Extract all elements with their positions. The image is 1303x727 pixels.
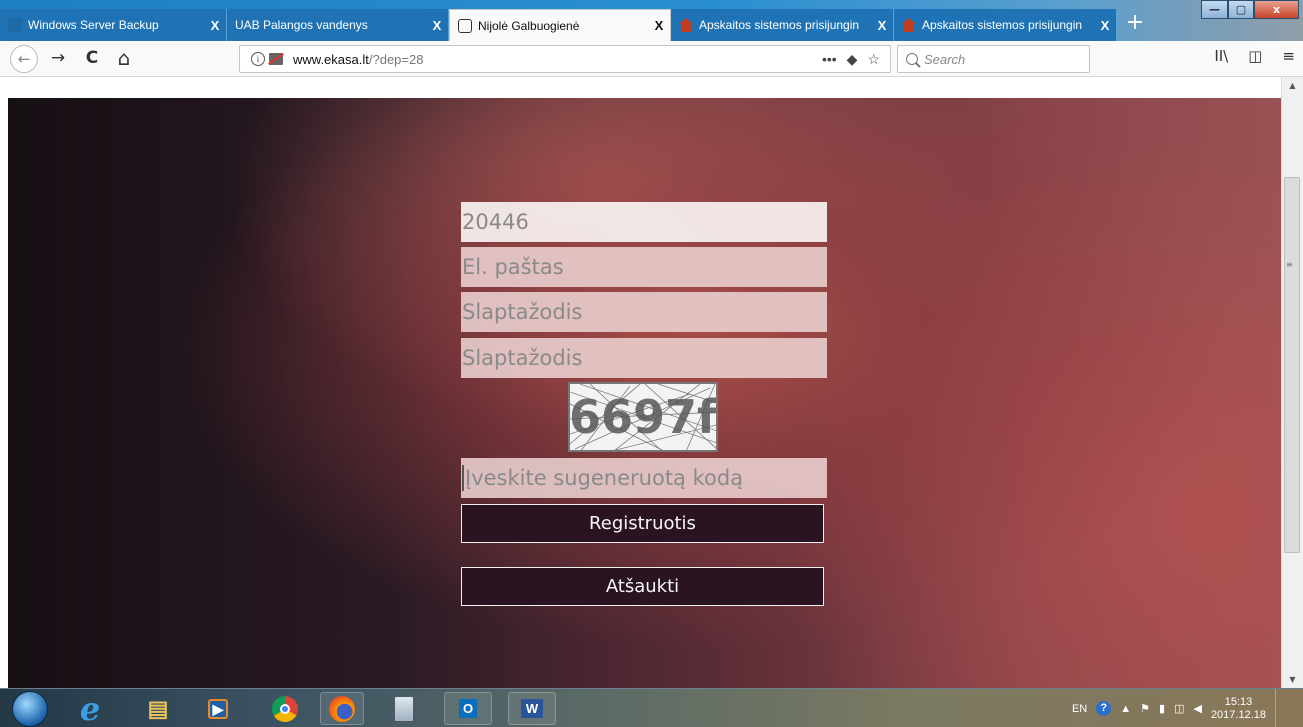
pocket-icon[interactable]: ◆ [847, 51, 858, 68]
system-tray: EN ? ▲ ⚑ ▮ ◫ ◀ 15:13 2017.12.18 [1072, 689, 1303, 727]
scroll-thumb[interactable] [1284, 177, 1300, 553]
word-icon[interactable]: W [520, 699, 544, 718]
tab-apskaitos-1[interactable]: Apskaitos sistemos prisijungin X [671, 9, 894, 41]
house-favicon-icon [902, 18, 916, 32]
maximize-button[interactable]: ▢ [1228, 0, 1254, 19]
clock-date: 2017.12.18 [1210, 708, 1266, 721]
url-text[interactable]: www.ekasa.lt/?dep=28 [293, 52, 822, 67]
page-actions-icon[interactable]: ••• [822, 51, 837, 68]
show-desktop-button[interactable] [1275, 689, 1289, 727]
internet-explorer-icon[interactable]: e [68, 690, 112, 727]
volume-icon[interactable]: ◀ [1193, 702, 1201, 715]
password-confirm-placeholder: Slaptažodis [462, 346, 583, 370]
new-tab-button[interactable]: + [1120, 9, 1150, 39]
windows-taskbar: e ▤ ▶ O W EN ? ▲ ⚑ ▮ ◫ ◀ 15:13 2017.12.1… [0, 688, 1303, 727]
url-bar[interactable]: i www.ekasa.lt/?dep=28 ••• ◆ ☆ [239, 45, 891, 73]
windows-server-backup-favicon-icon [8, 18, 22, 32]
outlook-icon[interactable]: O [458, 699, 478, 718]
insecure-lock-icon[interactable] [269, 53, 283, 65]
search-icon [906, 53, 918, 65]
library-icon[interactable]: II\ [1214, 47, 1228, 65]
media-player-icon[interactable]: ▶ [208, 698, 228, 719]
tab-strip: Windows Server Backup X UAB Palangos van… [0, 0, 1303, 41]
department-code-field[interactable]: 20446 [461, 202, 827, 242]
tab-label: Nijolė Galbuogienė [478, 18, 580, 33]
captcha-input-placeholder: Įveskite sugeneruotą kodą [465, 466, 744, 490]
site-info-icon[interactable]: i [251, 52, 265, 66]
tab-label: Windows Server Backup [28, 18, 159, 32]
close-window-button[interactable]: x [1254, 0, 1299, 19]
chrome-icon-center [280, 703, 290, 714]
department-code-value: 20446 [462, 210, 529, 234]
url-host: www.ekasa.lt [293, 51, 369, 67]
tab-label: Apskaitos sistemos prisijungin [922, 18, 1083, 32]
start-button[interactable] [12, 691, 48, 727]
captcha-image: 6697f [568, 382, 718, 452]
email-field[interactable]: El. paštas [461, 247, 827, 287]
chrome-icon[interactable] [272, 695, 298, 722]
page-left-gutter [0, 98, 8, 688]
close-tab-icon[interactable]: X [871, 18, 893, 33]
scroll-down-arrow-icon[interactable]: ▼ [1282, 671, 1303, 688]
url-path: /?dep=28 [368, 51, 424, 67]
calculator-icon[interactable] [394, 695, 414, 722]
reload-button[interactable]: C [78, 45, 106, 73]
navigation-toolbar: ← → C ⌂ i www.ekasa.lt/?dep=28 ••• ◆ ☆ S… [0, 41, 1303, 77]
network-icon[interactable]: ◫ [1174, 702, 1184, 715]
forward-button[interactable]: → [44, 45, 72, 73]
tab-label: UAB Palangos vandenys [235, 18, 368, 32]
help-icon[interactable]: ? [1096, 701, 1112, 716]
minimize-button[interactable]: — [1201, 0, 1228, 19]
home-button[interactable]: ⌂ [110, 45, 138, 73]
clock-time: 15:13 [1224, 695, 1253, 708]
email-placeholder: El. paštas [462, 255, 564, 279]
captcha-input[interactable]: Įveskite sugeneruotą kodą [461, 458, 827, 498]
tab-label: Apskaitos sistemos prisijungin [699, 18, 860, 32]
password-confirm-field[interactable]: Slaptažodis [461, 338, 827, 378]
language-indicator[interactable]: EN [1072, 703, 1087, 715]
url-actions: ••• ◆ ☆ [822, 51, 880, 68]
page-top-strip [0, 77, 1281, 98]
register-button[interactable]: Registruotis [461, 504, 824, 543]
search-bar[interactable]: Search [897, 45, 1090, 73]
tray-expand-icon[interactable]: ▲ [1120, 703, 1131, 715]
close-tab-icon[interactable]: X [1094, 18, 1116, 33]
file-explorer-icon[interactable]: ▤ [136, 692, 180, 725]
cancel-button[interactable]: Atšaukti [461, 567, 824, 606]
vertical-scrollbar[interactable]: ▲ ≡ ▼ [1281, 77, 1303, 688]
page-favicon-icon [458, 18, 472, 33]
text-cursor [462, 465, 464, 491]
password-field[interactable]: Slaptažodis [461, 292, 827, 332]
clock[interactable]: 15:13 2017.12.18 [1211, 696, 1266, 722]
tab-palangos-vandenys[interactable]: UAB Palangos vandenys X [227, 9, 449, 41]
bookmark-star-icon[interactable]: ☆ [867, 51, 880, 68]
search-placeholder: Search [924, 51, 966, 67]
close-tab-icon[interactable]: X [648, 18, 670, 33]
captcha-noise-lines [570, 384, 716, 450]
close-tab-icon[interactable]: X [426, 18, 448, 33]
house-favicon-icon [679, 18, 693, 32]
password-placeholder: Slaptažodis [462, 300, 583, 324]
sidebar-icon[interactable]: ◫ [1248, 47, 1262, 65]
close-tab-icon[interactable]: X [204, 18, 226, 33]
toolbar-right: II\ ◫ ≡ [1214, 47, 1295, 65]
scroll-grip-icon: ≡ [1286, 260, 1293, 269]
action-center-flag-icon[interactable]: ⚑ [1140, 702, 1150, 715]
tab-apskaitos-2[interactable]: Apskaitos sistemos prisijungin X [894, 9, 1117, 41]
tab-nijole-galbuogiene[interactable]: Nijolė Galbuogienė X [449, 9, 671, 41]
back-button[interactable]: ← [10, 45, 38, 73]
registration-page: 20446 El. paštas Slaptažodis Slaptažodis… [8, 98, 1281, 688]
menu-icon[interactable]: ≡ [1282, 47, 1295, 65]
battery-icon[interactable]: ▮ [1159, 702, 1165, 715]
window-controls: — ▢ x [1201, 0, 1299, 19]
tab-windows-server-backup[interactable]: Windows Server Backup X [0, 9, 227, 41]
scroll-up-arrow-icon[interactable]: ▲ [1282, 77, 1303, 94]
firefox-icon[interactable] [329, 695, 355, 722]
